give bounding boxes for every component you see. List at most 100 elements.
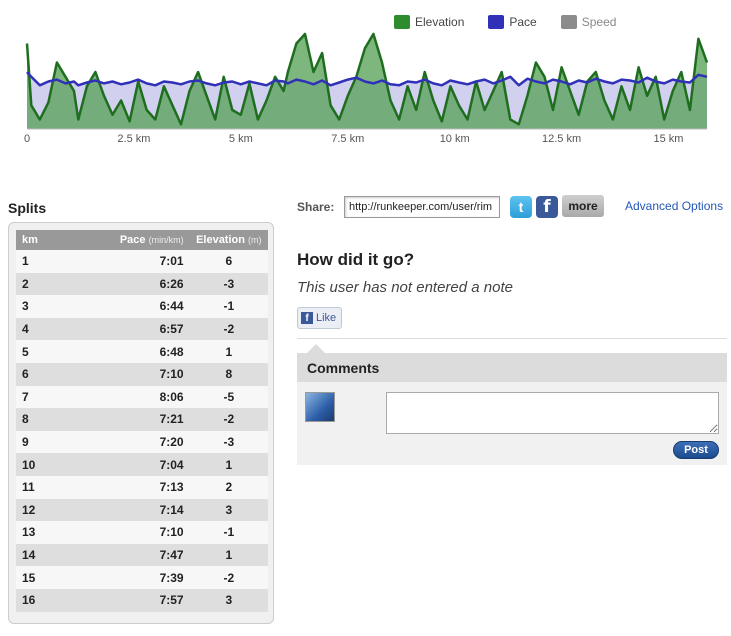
split-elevation: 1 <box>189 453 268 476</box>
comments-title: Comments <box>307 360 380 376</box>
split-elevation: -1 <box>189 521 268 544</box>
share-url-field[interactable] <box>344 196 500 218</box>
split-km: 2 <box>16 272 81 296</box>
split-km: 13 <box>16 521 81 544</box>
split-elevation: 8 <box>189 362 268 386</box>
split-pace: 6:26 <box>80 272 190 296</box>
split-elevation: 1 <box>189 543 268 567</box>
split-pace: 8:06 <box>80 385 190 409</box>
legend-item-elevation[interactable]: Elevation <box>394 15 464 29</box>
split-km: 16 <box>16 588 81 612</box>
x-tick-label: 5 km <box>228 133 253 145</box>
split-row: 10 7:04 1 <box>16 453 268 476</box>
split-elevation: 3 <box>189 588 268 612</box>
split-pace: 7:01 <box>80 250 190 273</box>
x-tick-label: 15 km <box>653 133 684 145</box>
split-row: 1 7:01 6 <box>16 250 268 273</box>
legend-item-pace[interactable]: Pace <box>488 15 537 29</box>
share-label: Share: <box>297 200 335 214</box>
split-elevation: -2 <box>189 566 268 589</box>
legend-item-speed[interactable]: Speed <box>560 15 617 29</box>
facebook-like-icon: f <box>301 312 313 324</box>
split-km: 8 <box>16 408 81 431</box>
split-pace: 7:04 <box>80 453 190 476</box>
section-divider <box>297 338 727 339</box>
split-pace: 6:44 <box>80 295 190 318</box>
splits-panel: km Pace (min/km) Elevation (m) 1 7:01 6 2 6:… <box>8 222 274 624</box>
splits-table: km Pace (min/km) Elevation (m) 1 7:01 6 2 6:… <box>16 230 268 612</box>
header-pace-unit: (min/km) <box>148 235 184 245</box>
splits-title: Splits <box>8 200 47 216</box>
x-tick-label: 7.5 km <box>331 133 365 145</box>
advanced-options-link[interactable]: Advanced Options <box>625 199 723 213</box>
split-km: 14 <box>16 543 81 567</box>
split-km: 12 <box>16 498 81 522</box>
like-label: Like <box>316 312 337 324</box>
split-row: 8 7:21 -2 <box>16 408 268 431</box>
x-tick-label: 10 km <box>439 133 470 145</box>
comment-input[interactable] <box>386 392 719 434</box>
split-row: 14 7:47 1 <box>16 543 268 567</box>
split-row: 9 7:20 -3 <box>16 430 268 454</box>
split-km: 11 <box>16 475 81 499</box>
split-pace: 7:10 <box>80 362 190 386</box>
legend-swatch-pace <box>488 15 505 29</box>
split-pace: 7:10 <box>80 521 190 544</box>
split-elevation: -2 <box>189 317 268 341</box>
split-km: 15 <box>16 566 81 589</box>
comments-header: Comments <box>297 344 727 382</box>
split-elevation: 1 <box>189 340 268 363</box>
split-pace: 6:57 <box>80 317 190 341</box>
note-heading: How did it go? <box>297 250 415 269</box>
split-km: 9 <box>16 430 81 454</box>
activity-chart: Elevation Pace Speed 0 2.5 km 5 km 7.5 km 10… <box>0 0 731 150</box>
split-row: 13 7:10 -1 <box>16 521 268 544</box>
split-pace: 7:57 <box>80 588 190 612</box>
split-elevation: 2 <box>189 475 268 499</box>
split-elevation: -3 <box>189 430 268 454</box>
legend-swatch-elevation <box>394 15 410 29</box>
split-pace: 7:21 <box>80 408 190 431</box>
split-row: 16 7:57 3 <box>16 588 268 612</box>
header-elevation-label: Elevation <box>196 234 245 246</box>
split-elevation: 3 <box>189 498 268 522</box>
split-row: 6 7:10 8 <box>16 362 268 386</box>
split-pace: 7:13 <box>80 475 190 499</box>
split-pace: 7:39 <box>80 566 190 589</box>
split-km: 3 <box>16 295 81 318</box>
split-km: 4 <box>16 317 81 341</box>
legend-label-elevation: Elevation <box>415 15 465 29</box>
split-row: 2 6:26 -3 <box>16 272 268 296</box>
legend-label-pace: Pace <box>509 15 537 29</box>
header-pace-label: Pace <box>119 234 146 246</box>
split-elevation: -3 <box>189 272 268 296</box>
split-km: 1 <box>16 250 81 273</box>
header-elevation: Elevation (m) <box>189 230 268 250</box>
split-row: 4 6:57 -2 <box>16 317 268 341</box>
split-elevation: -5 <box>189 385 268 409</box>
split-km: 6 <box>16 362 81 386</box>
split-row: 15 7:39 -2 <box>16 566 268 589</box>
splits-header-row: km Pace (min/km) Elevation (m) <box>16 230 268 250</box>
split-elevation: -2 <box>189 408 268 431</box>
split-row: 7 8:06 -5 <box>16 385 268 409</box>
split-row: 5 6:48 1 <box>16 340 268 363</box>
facebook-icon[interactable]: f <box>536 196 558 218</box>
split-km: 5 <box>16 340 81 363</box>
user-avatar <box>305 392 335 422</box>
post-comment-button[interactable]: Post <box>673 441 719 459</box>
header-pace: Pace (min/km) <box>80 230 190 250</box>
facebook-like-button[interactable]: f Like <box>297 307 343 329</box>
split-elevation: 6 <box>189 250 268 273</box>
more-share-button[interactable]: more <box>562 195 604 217</box>
split-row: 11 7:13 2 <box>16 475 268 499</box>
x-tick-label: 2.5 km <box>117 133 151 145</box>
split-row: 12 7:14 3 <box>16 498 268 522</box>
comments-panel: Comments Post <box>297 344 727 465</box>
split-km: 10 <box>16 453 81 476</box>
split-pace: 7:47 <box>80 543 190 567</box>
legend-label-speed: Speed <box>581 15 617 29</box>
twitter-icon[interactable]: t <box>510 196 532 218</box>
legend-swatch-speed <box>560 15 577 29</box>
x-tick-label: 0 <box>23 133 31 145</box>
